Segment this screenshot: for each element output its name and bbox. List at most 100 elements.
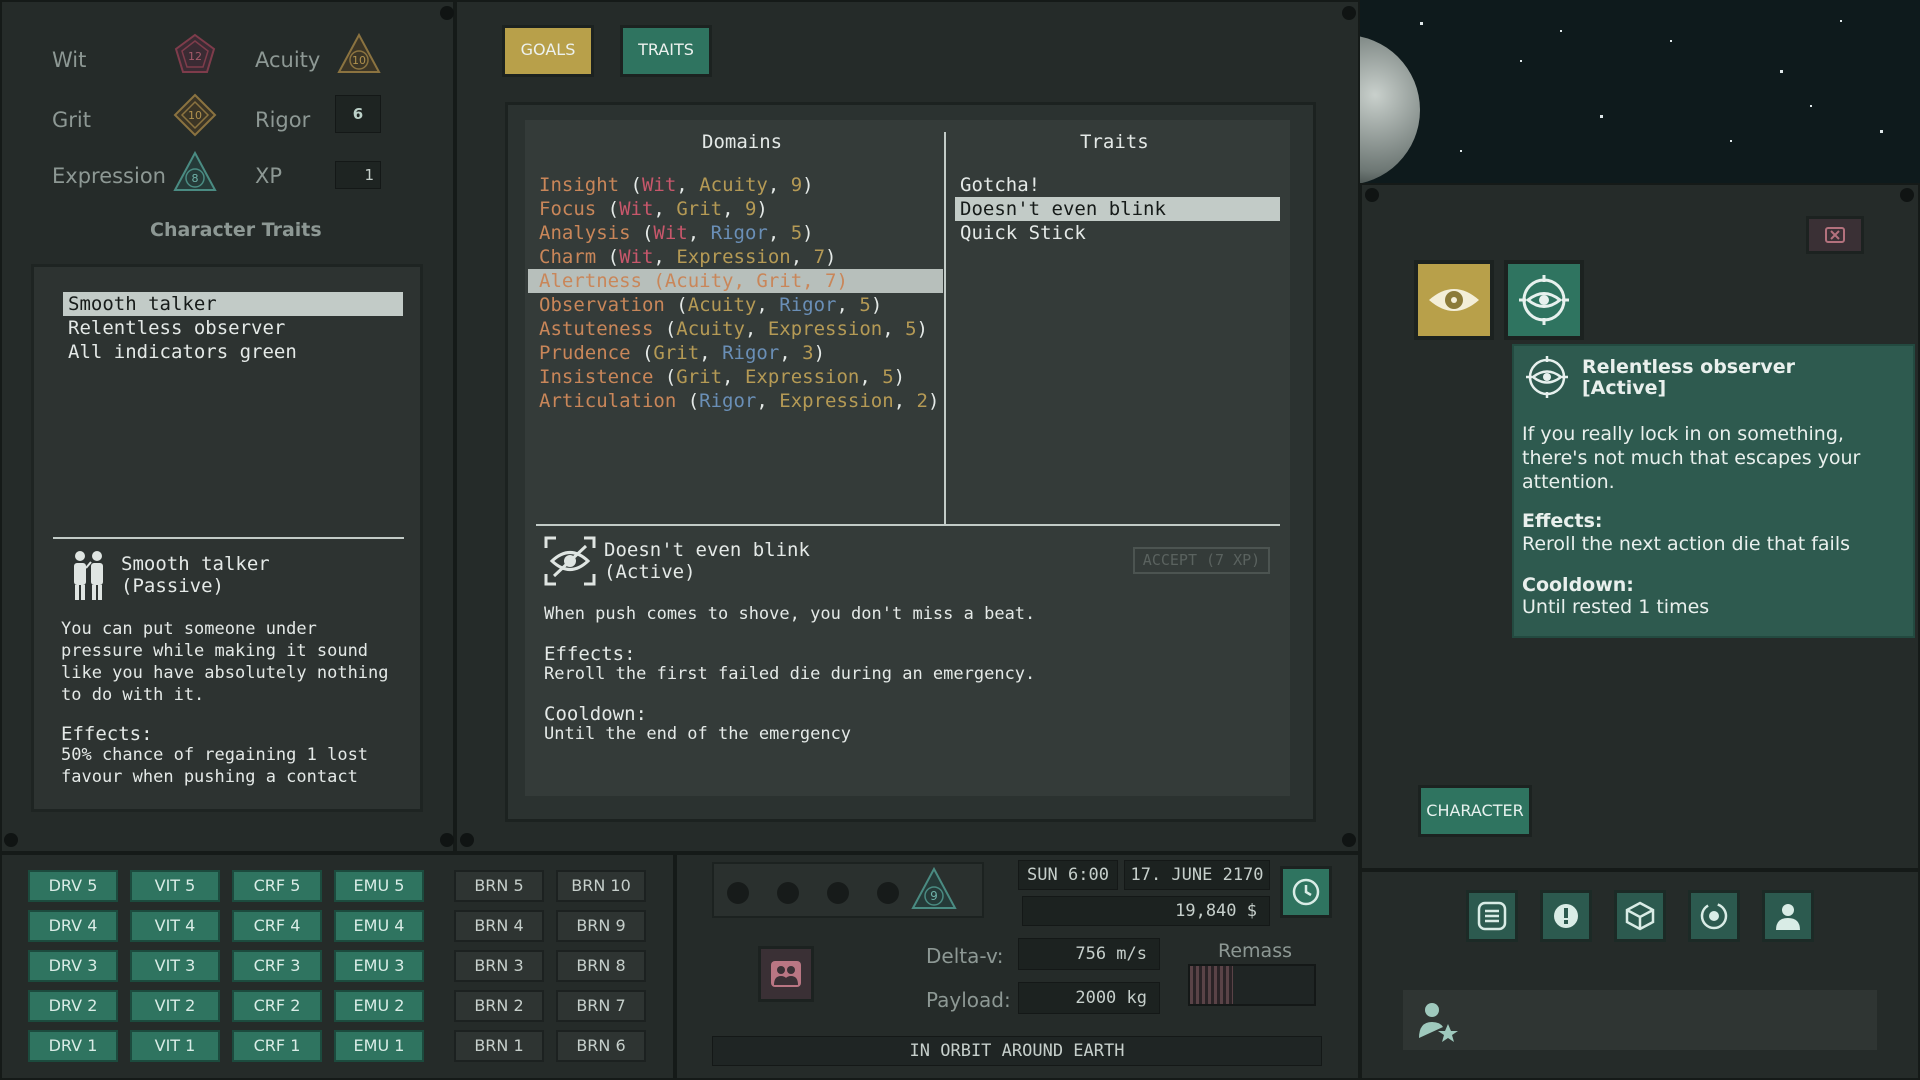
space-view [1360,0,1920,183]
skill-button-emu-2[interactable]: EMU 2 [334,990,424,1022]
stat-label-expression: Expression [52,164,166,188]
log-button[interactable] [1466,890,1518,942]
tooltip-cooldown: Until rested 1 times [1522,596,1710,618]
contacts-panel [1403,990,1877,1050]
domain-row[interactable]: Charm (Wit, Expression, 7) [528,245,943,269]
level-badge-icon: 9 [911,866,957,909]
skill-button-drv-1[interactable]: DRV 1 [28,1030,118,1062]
punct: ) [813,342,826,364]
domain-row[interactable]: Alertness (Acuity, Grit, 7) [528,269,943,293]
punct: ( [596,198,620,220]
traits-list-item-gotcha[interactable]: Gotcha! [955,173,1280,197]
domain-stat-b: Expression [744,366,860,388]
skill-button-crf-2[interactable]: CRF 2 [232,990,322,1022]
column-divider [944,132,946,524]
wait-button[interactable] [1280,866,1332,918]
punct: ( [653,318,677,340]
domain-value: 5 [790,222,803,244]
remass-label: Remass [1218,940,1292,962]
tab-traits[interactable]: TRAITS [620,25,712,77]
remass-gauge [1188,964,1316,1006]
skill-button-brn-8[interactable]: BRN 8 [556,950,646,982]
domain-row[interactable]: Prudence (Grit, Rigor, 3) [528,341,943,365]
tab-goals[interactable]: GOALS [502,25,594,77]
remass-fill [1190,966,1234,1004]
traits-list-item-quick-stick[interactable]: Quick Stick [955,221,1280,245]
domain-stat-a: Wit [619,246,654,268]
trait-item-all-indicators-green[interactable]: All indicators green [63,340,403,364]
domain-stat-a: Acuity [676,318,745,340]
skill-button-crf-3[interactable]: CRF 3 [232,950,322,982]
skill-button-brn-4[interactable]: BRN 4 [454,910,544,942]
delta-v-label: Delta-v: [926,944,1004,968]
domain-row[interactable]: Analysis (Wit, Rigor, 5) [528,221,943,245]
skill-button-vit-3[interactable]: VIT 3 [130,950,220,982]
close-button[interactable] [1806,216,1864,254]
skill-button-emu-1[interactable]: EMU 1 [334,1030,424,1062]
skill-button-brn-7[interactable]: BRN 7 [556,990,646,1022]
eye-target-icon [1526,356,1568,398]
punct: ( [664,294,688,316]
skill-button-vit-1[interactable]: VIT 1 [130,1030,220,1062]
cargo-button[interactable] [1614,890,1666,942]
svg-text:12: 12 [188,50,202,63]
skill-button-emu-4[interactable]: EMU 4 [334,910,424,942]
stat-label-grit: Grit [52,108,91,132]
domain-value: 5 [905,318,917,340]
domain-row[interactable]: Astuteness (Acuity, Expression, 5) [528,317,943,341]
skill-button-crf-1[interactable]: CRF 1 [232,1030,322,1062]
skill-button-brn-1[interactable]: BRN 1 [454,1030,544,1062]
trait-item-smooth-talker[interactable]: Smooth talker [63,292,403,316]
character-button[interactable]: CHARACTER [1418,785,1532,837]
domain-row[interactable]: Focus (Wit, Grit, 9) [528,197,943,221]
domain-list[interactable]: Insight (Wit, Acuity, 9) Focus (Wit, Grit… [528,173,943,413]
skill-button-vit-5[interactable]: VIT 5 [130,870,220,902]
skill-button-drv-2[interactable]: DRV 2 [28,990,118,1022]
skill-button-emu-5[interactable]: EMU 5 [334,870,424,902]
trait-item-relentless-observer[interactable]: Relentless observer [63,316,403,340]
traits-list-item-doesnt-even-blink[interactable]: Doesn't even blink [955,197,1280,221]
punct: , [733,270,757,292]
skill-button-crf-4[interactable]: CRF 4 [232,910,322,942]
trait-slot-relentless-observer[interactable] [1504,260,1584,340]
ship-button[interactable] [1540,890,1592,942]
traits-list[interactable]: Gotcha! Doesn't even blink Quick Stick [955,173,1280,245]
domain-name: Prudence [539,342,631,364]
skill-button-drv-3[interactable]: DRV 3 [28,950,118,982]
eye-target-icon [1519,275,1569,325]
domain-stat-a: Acuity [687,294,757,316]
domain-row[interactable]: Insistence (Grit, Expression, 5) [528,365,943,389]
domain-row[interactable]: Insight (Wit, Acuity, 9) [528,173,943,197]
crew-button[interactable] [758,946,814,1002]
domain-value: 3 [802,342,814,364]
skill-button-brn-6[interactable]: BRN 6 [556,1030,646,1062]
delta-v-value: 756 m/s [1018,938,1160,970]
punct: , [722,198,745,220]
orbit-button[interactable] [1688,890,1740,942]
trait-slot-smooth-talker[interactable] [1414,260,1494,340]
skill-button-emu-3[interactable]: EMU 3 [334,950,424,982]
character-traits-list[interactable]: Smooth talker Relentless observer All in… [63,292,403,364]
skill-button-vit-2[interactable]: VIT 2 [130,990,220,1022]
domain-stat-b: Expression [767,318,883,340]
domain-name: Focus [539,198,597,220]
skill-button-brn-2[interactable]: BRN 2 [454,990,544,1022]
punct: , [767,174,791,196]
skill-button-brn-3[interactable]: BRN 3 [454,950,544,982]
skill-button-brn-10[interactable]: BRN 10 [556,870,646,902]
skill-button-crf-5[interactable]: CRF 5 [232,870,322,902]
profile-button[interactable] [1762,890,1814,942]
skill-button-drv-4[interactable]: DRV 4 [28,910,118,942]
domain-row[interactable]: Observation (Acuity, Rigor, 5) [528,293,943,317]
domain-stat-b: Grit [756,270,803,292]
stat-label-wit: Wit [52,48,87,72]
tooltip-status: [Active] [1582,377,1667,399]
skill-button-drv-5[interactable]: DRV 5 [28,870,118,902]
domain-row[interactable]: Articulation (Rigor, Expression, 2) [528,389,943,413]
skill-button-brn-9[interactable]: BRN 9 [556,910,646,942]
skill-button-vit-4[interactable]: VIT 4 [130,910,220,942]
accept-button[interactable]: ACCEPT (7 XP) [1133,547,1270,574]
punct: ) [870,294,883,316]
stat-label-acuity: Acuity [255,48,321,72]
skill-button-brn-5[interactable]: BRN 5 [454,870,544,902]
